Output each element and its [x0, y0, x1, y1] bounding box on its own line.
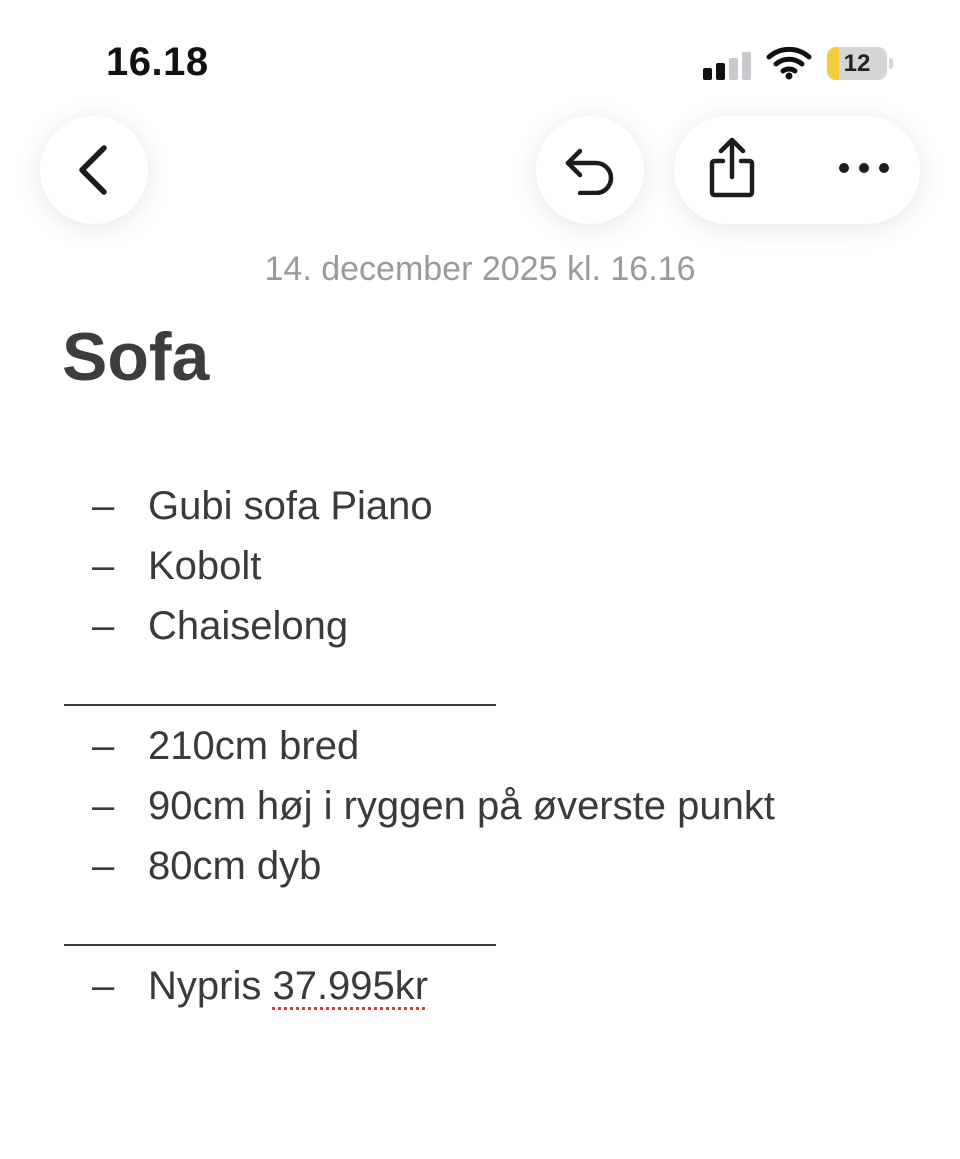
share-icon	[709, 137, 755, 198]
list-item[interactable]: – 90cm høj i ryggen på øverste punkt	[62, 776, 942, 836]
chevron-left-icon	[79, 145, 107, 195]
signal-bar	[742, 52, 751, 80]
separator-line	[62, 896, 942, 956]
list-dash: –	[92, 544, 115, 588]
signal-bar	[703, 68, 712, 80]
list-item[interactable]: – Kobolt	[62, 536, 942, 596]
note-body[interactable]: – Gubi sofa Piano – Kobolt – Chaiselong …	[62, 476, 942, 1016]
status-bar: 16.18 12	[0, 0, 960, 120]
battery-tip	[889, 58, 893, 69]
price-label: Nypris	[148, 964, 273, 1008]
cellular-signal-icon	[703, 52, 751, 80]
list-item-text: 210cm bred	[148, 724, 360, 768]
list-item-text: 90cm høj i ryggen på øverste punkt	[148, 784, 775, 828]
note-date: 14. december 2025 kl. 16.16	[264, 250, 696, 288]
list-dash: –	[92, 484, 115, 528]
list-item-price[interactable]: – Nypris 37.995kr	[62, 956, 942, 1016]
share-button[interactable]	[700, 136, 764, 200]
list-item-text: Chaiselong	[148, 604, 349, 648]
list-dash: –	[92, 604, 115, 648]
list-dash: –	[92, 844, 115, 888]
separator-line	[62, 656, 942, 716]
undo-button[interactable]	[536, 116, 644, 224]
list-dash: –	[92, 964, 115, 1008]
list-dash: –	[92, 784, 115, 828]
list-item-text: Nypris 37.995kr	[148, 956, 428, 1016]
price-value: 37.995kr	[272, 964, 429, 1008]
list-item-text: Gubi sofa Piano	[148, 484, 433, 528]
battery-level: 12	[843, 50, 871, 77]
back-button[interactable]	[40, 116, 148, 224]
ellipsis-icon	[839, 163, 889, 173]
battery-icon: 12	[827, 47, 887, 80]
list-item-text: Kobolt	[148, 544, 262, 588]
more-button[interactable]	[824, 136, 904, 200]
wifi-icon	[766, 46, 812, 80]
status-time: 16.18	[106, 40, 209, 84]
list-item[interactable]: – Chaiselong	[62, 596, 942, 656]
note-title[interactable]: Sofa	[62, 318, 209, 396]
signal-bar	[716, 63, 725, 80]
list-dash: –	[92, 724, 115, 768]
list-item-text: 80cm dyb	[148, 844, 322, 888]
actions-pill	[674, 116, 920, 224]
list-item[interactable]: – 80cm dyb	[62, 836, 942, 896]
signal-bar	[729, 58, 738, 80]
list-item[interactable]: – Gubi sofa Piano	[62, 476, 942, 536]
list-item[interactable]: – 210cm bred	[62, 716, 942, 776]
undo-arrow-icon	[565, 148, 614, 195]
